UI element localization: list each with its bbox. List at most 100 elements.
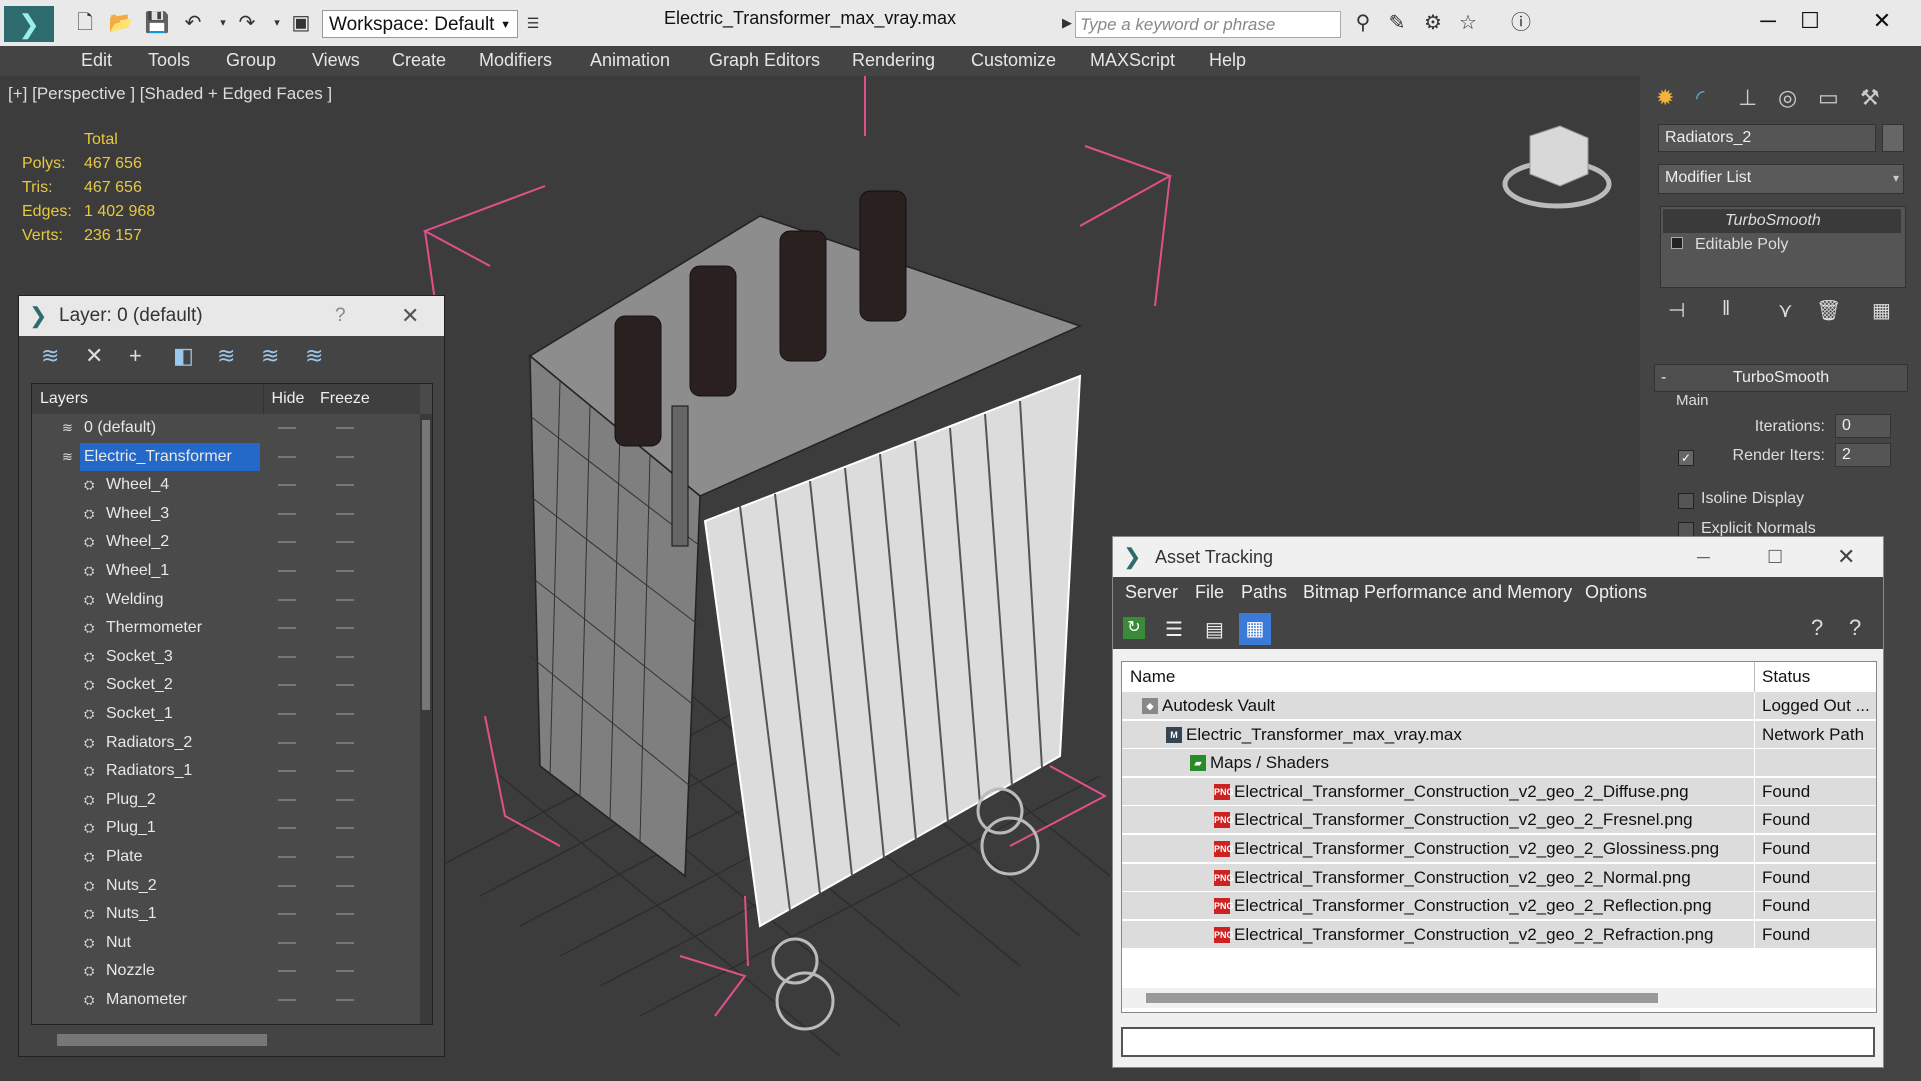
project-folder-icon[interactable]: ▣ bbox=[288, 10, 314, 36]
hierarchy-tab-icon[interactable]: ⊥ bbox=[1738, 82, 1757, 114]
menu-customize[interactable]: Customize bbox=[971, 50, 1056, 71]
layer-row[interactable]: ⛭ Plate bbox=[32, 843, 420, 871]
asset-menu-bitmap-performance[interactable]: Bitmap Performance and Memory bbox=[1303, 582, 1572, 603]
close-icon[interactable]: ✕ bbox=[401, 296, 419, 336]
layer-row[interactable]: ⛭ Wheel_2 bbox=[32, 528, 420, 556]
layer-row[interactable]: ⛭ Wheel_4 bbox=[32, 471, 420, 499]
layer-row[interactable]: ⛭ Socket_1 bbox=[32, 700, 420, 728]
stack-item-turbosmooth[interactable]: TurboSmooth bbox=[1663, 209, 1901, 233]
menu-create[interactable]: Create bbox=[392, 50, 446, 71]
new-file-icon[interactable]: 🗋 bbox=[72, 10, 98, 36]
freeze-toggle[interactable] bbox=[336, 999, 354, 1001]
hide-all-icon[interactable]: ≋ bbox=[261, 336, 279, 376]
asset-row[interactable]: PNG Electrical_Transformer_Construction_v… bbox=[1122, 835, 1876, 863]
layer-row[interactable]: ⛭ Socket_2 bbox=[32, 671, 420, 699]
minimize-button[interactable]: ─ bbox=[1697, 537, 1710, 577]
binoculars-icon[interactable]: ⚲ bbox=[1350, 10, 1376, 36]
hide-toggle[interactable] bbox=[278, 427, 296, 429]
hide-toggle[interactable] bbox=[278, 884, 296, 887]
layer-row[interactable]: ⛭ Manometer bbox=[32, 986, 420, 1014]
path-field[interactable] bbox=[1121, 1027, 1875, 1057]
freeze-toggle[interactable] bbox=[336, 827, 354, 830]
hide-toggle[interactable] bbox=[278, 713, 296, 715]
freeze-toggle[interactable] bbox=[336, 970, 354, 973]
favorites-star-icon[interactable]: ☆ bbox=[1455, 10, 1481, 36]
horizontal-scrollbar[interactable] bbox=[1122, 988, 1876, 1008]
hide-toggle[interactable] bbox=[278, 484, 296, 487]
hide-toggle[interactable] bbox=[278, 770, 296, 773]
modify-tab-icon[interactable]: ◜ bbox=[1696, 82, 1705, 114]
freeze-toggle[interactable] bbox=[336, 856, 354, 858]
refresh-icon[interactable]: ↻ bbox=[1123, 617, 1145, 639]
iterations-spinner[interactable]: 0 bbox=[1835, 414, 1891, 438]
asset-row[interactable]: PNG Electrical_Transformer_Construction_v… bbox=[1122, 920, 1876, 949]
layer-row[interactable]: ⛭ Wheel_3 bbox=[32, 500, 420, 528]
turbosmooth-rollout-header[interactable]: - TurboSmooth bbox=[1654, 364, 1908, 392]
object-color-swatch[interactable] bbox=[1882, 124, 1904, 152]
freeze-toggle[interactable] bbox=[336, 798, 354, 801]
remove-modifier-icon[interactable]: 🗑 bbox=[1816, 298, 1841, 323]
layer-row[interactable]: ⛭ Nuts_1 bbox=[32, 900, 420, 928]
freeze-toggle[interactable] bbox=[336, 541, 354, 544]
layer-row[interactable]: ⛭ Wheel_1 bbox=[32, 557, 420, 585]
menu-maxscript[interactable]: MAXScript bbox=[1090, 50, 1175, 71]
layer-row[interactable]: ⛭ Radiators_2 bbox=[32, 729, 420, 757]
freeze-toggle[interactable] bbox=[336, 770, 354, 773]
save-icon[interactable]: 💾 bbox=[144, 10, 170, 36]
layer-row[interactable]: ⛭ Thermometer bbox=[32, 614, 420, 642]
layer-row[interactable]: ≋ Electric_Transformer bbox=[32, 442, 420, 471]
freeze-toggle[interactable] bbox=[336, 627, 354, 630]
asset-menu-file[interactable]: File bbox=[1195, 582, 1224, 603]
redo-icon[interactable]: ↷ bbox=[234, 10, 260, 36]
tools-icon[interactable]: ✎ bbox=[1384, 10, 1410, 36]
menu-help[interactable]: Help bbox=[1209, 50, 1246, 71]
asset-menu-paths[interactable]: Paths bbox=[1241, 582, 1287, 603]
layer-row[interactable]: ⛭ Nut bbox=[32, 929, 420, 957]
column-freeze[interactable]: Freeze bbox=[312, 384, 420, 414]
horizontal-scrollbar[interactable] bbox=[57, 1034, 267, 1046]
freeze-toggle[interactable] bbox=[336, 455, 354, 458]
menu-tools[interactable]: Tools bbox=[148, 50, 190, 71]
stack-item-editable-poly[interactable]: Editable Poly bbox=[1663, 233, 1901, 257]
undo-icon[interactable]: ↶ bbox=[180, 10, 206, 36]
hide-toggle[interactable] bbox=[278, 541, 296, 544]
asset-row[interactable]: PNG Electrical_Transformer_Construction_v… bbox=[1122, 892, 1876, 921]
viewport-label[interactable]: [+] [Perspective ] [Shaded + Edged Faces… bbox=[8, 84, 332, 104]
new-layer-icon[interactable]: ≋ bbox=[41, 336, 59, 376]
scrollbar-thumb[interactable] bbox=[1146, 993, 1658, 1003]
menu-views[interactable]: Views bbox=[312, 50, 360, 71]
hide-toggle[interactable] bbox=[278, 913, 296, 916]
asset-menu-options[interactable]: Options bbox=[1585, 582, 1647, 603]
asset-row[interactable]: PNG Electrical_Transformer_Construction_v… bbox=[1122, 777, 1876, 806]
table-view-icon[interactable]: ▦ bbox=[1239, 613, 1271, 645]
vertical-scrollbar[interactable] bbox=[420, 414, 432, 1024]
freeze-toggle[interactable] bbox=[336, 655, 354, 658]
render-iters-spinner[interactable]: 2 bbox=[1835, 443, 1891, 467]
hide-toggle[interactable] bbox=[278, 941, 296, 944]
column-layers[interactable]: Layers bbox=[32, 384, 264, 414]
pin-stack-icon[interactable]: ⊣ bbox=[1668, 298, 1685, 323]
add-to-layer-icon[interactable]: + bbox=[129, 336, 142, 376]
hide-toggle[interactable] bbox=[278, 455, 296, 458]
tree-view-icon[interactable]: ▤ bbox=[1205, 617, 1224, 642]
redo-dropdown-icon[interactable]: ▾ bbox=[264, 10, 290, 36]
undo-dropdown-icon[interactable]: ▾ bbox=[210, 10, 236, 36]
close-button[interactable]: ✕ bbox=[1837, 537, 1855, 577]
delete-layer-icon[interactable]: ✕ bbox=[85, 336, 103, 376]
freeze-toggle[interactable] bbox=[336, 570, 354, 572]
hide-toggle[interactable] bbox=[278, 999, 296, 1001]
help-icon[interactable]: ⓘ bbox=[1508, 10, 1534, 36]
freeze-toggle[interactable] bbox=[336, 427, 354, 429]
select-objects-icon[interactable]: ◧ bbox=[173, 336, 194, 376]
menu-modifiers[interactable]: Modifiers bbox=[479, 50, 552, 71]
maximize-button[interactable]: ☐ bbox=[1767, 537, 1783, 577]
freeze-toggle[interactable] bbox=[336, 913, 354, 916]
minimize-button[interactable]: ─ bbox=[1744, 6, 1792, 36]
hide-toggle[interactable] bbox=[278, 598, 296, 601]
layer-row[interactable]: ⛭ Welding bbox=[32, 586, 420, 614]
menu-edit[interactable]: Edit bbox=[81, 50, 112, 71]
modifier-list-dropdown[interactable]: Modifier List ▾ bbox=[1658, 164, 1904, 194]
signin-icon[interactable]: ⚙ bbox=[1420, 10, 1446, 36]
hide-toggle[interactable] bbox=[278, 741, 296, 744]
freeze-toggle[interactable] bbox=[336, 713, 354, 715]
